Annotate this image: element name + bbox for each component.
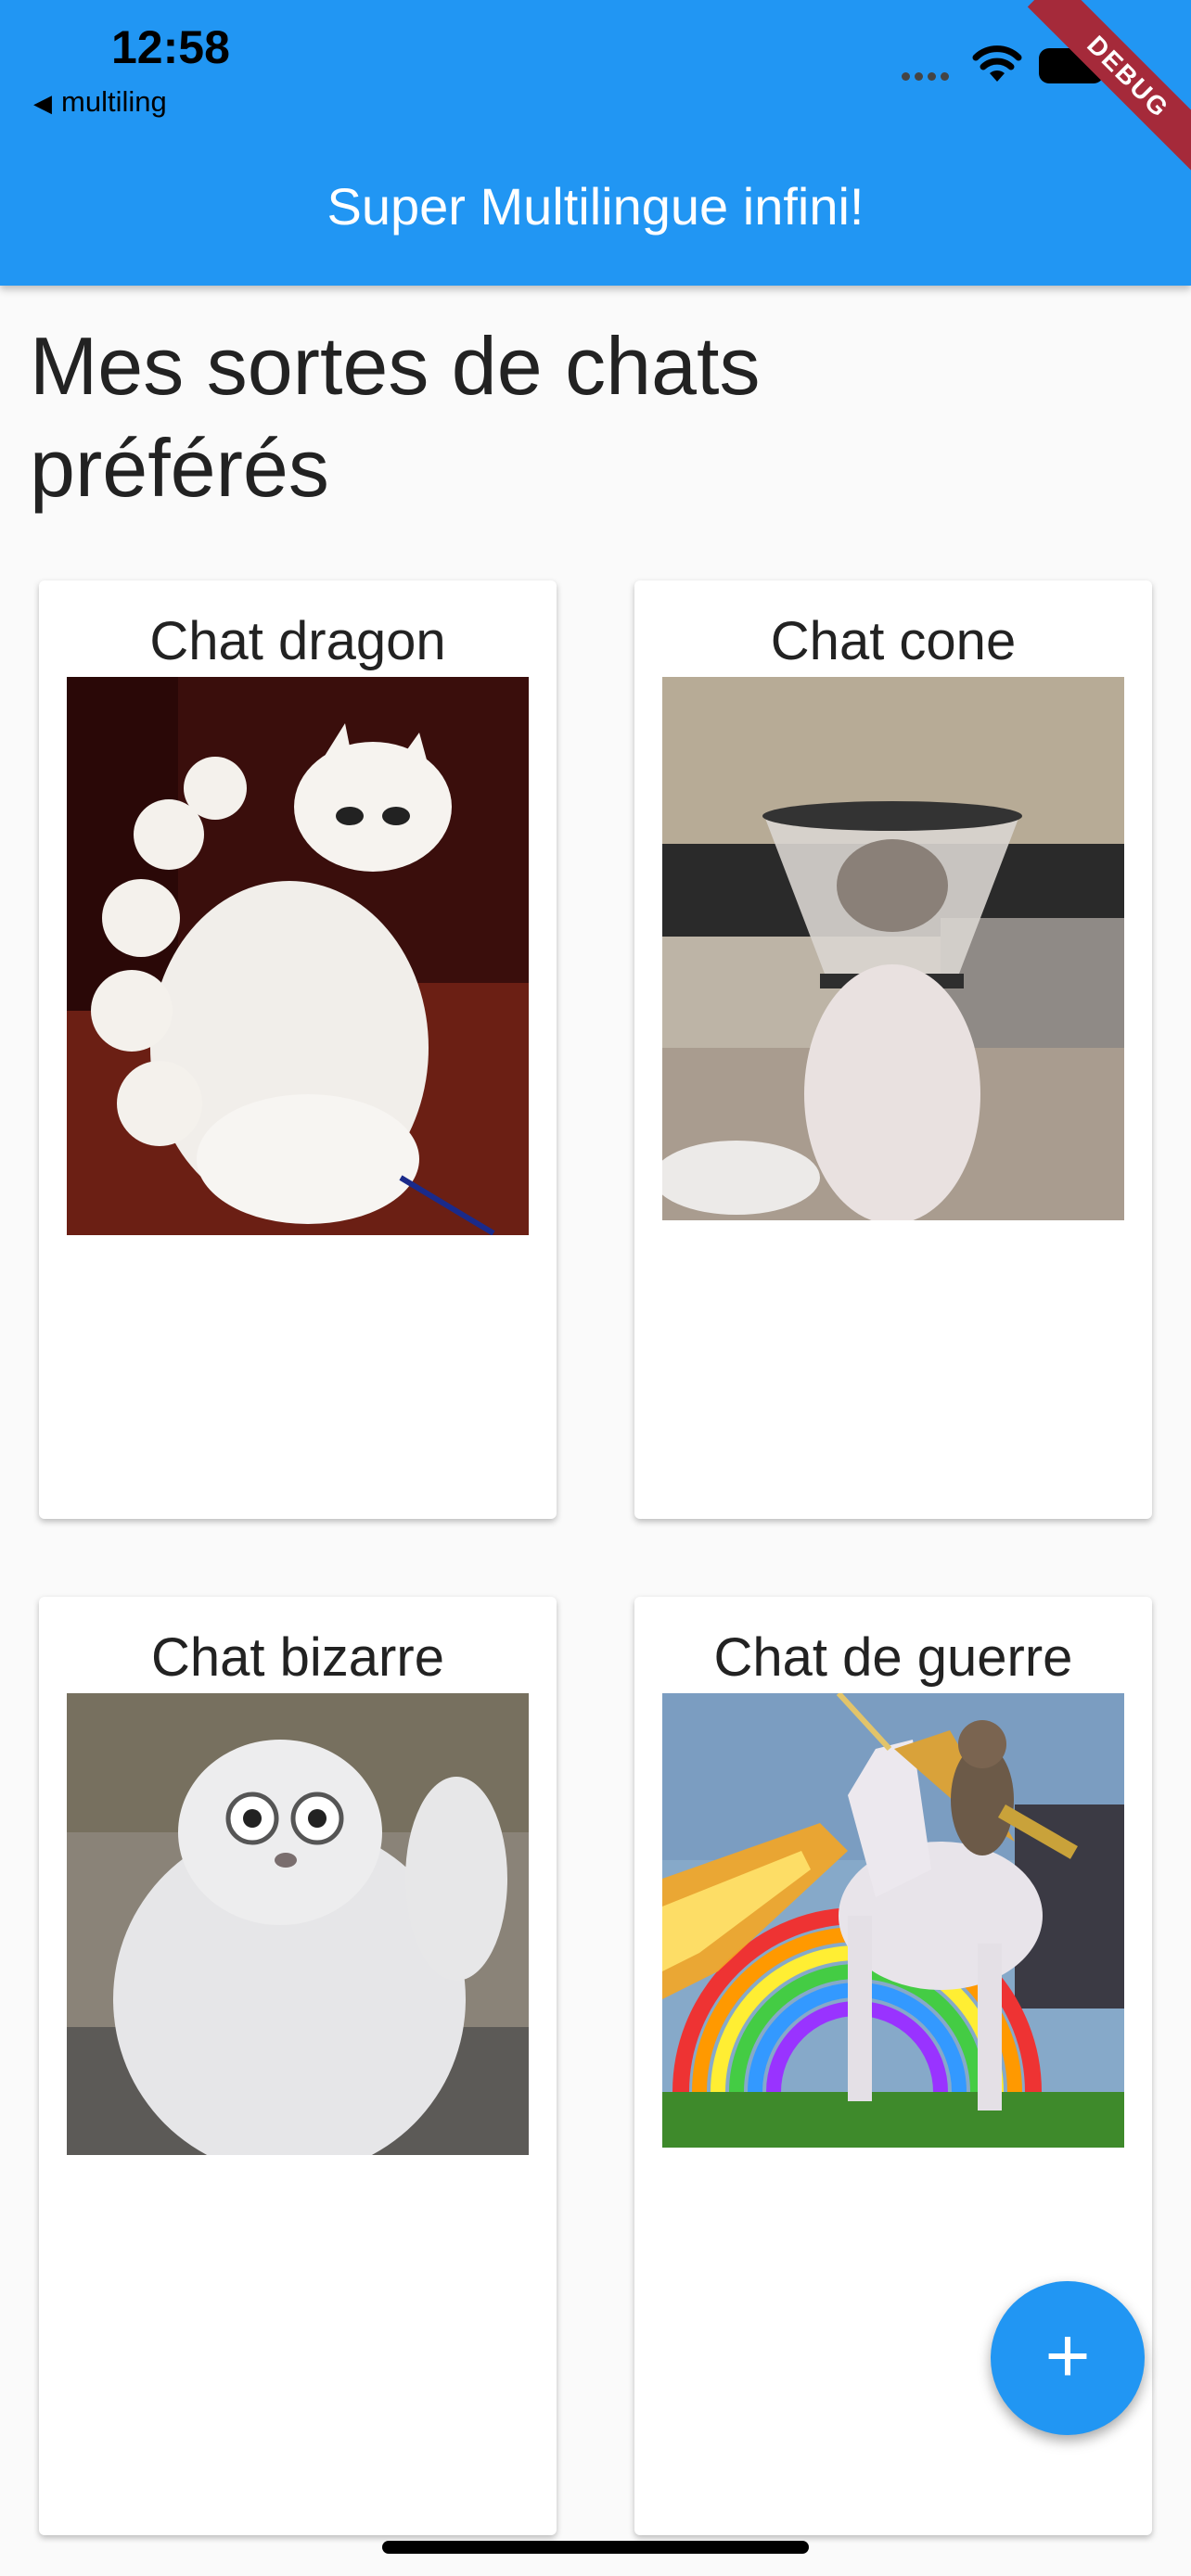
card-title: Chat cone bbox=[770, 611, 1017, 671]
add-fab-button[interactable]: + bbox=[991, 2281, 1145, 2435]
card-title: Chat bizarre bbox=[151, 1627, 444, 1688]
cat-card-dragon[interactable]: Chat dragon bbox=[39, 580, 557, 1519]
app-bar-title: Super Multilingue infini! bbox=[327, 177, 864, 236]
card-title: Chat dragon bbox=[149, 611, 446, 671]
dragon-cat-photo bbox=[67, 677, 529, 1235]
war-cat-photo bbox=[662, 1693, 1124, 2148]
cat-card-bizarre[interactable]: Chat bizarre bbox=[39, 1597, 557, 2535]
app-bar: 12:58 ◀ multiling Super Multilingue infin… bbox=[0, 0, 1191, 286]
bizarre-cat-photo bbox=[67, 1693, 529, 2155]
card-title: Chat de guerre bbox=[713, 1627, 1073, 1688]
page-heading: Mes sortes de chats préférés bbox=[30, 320, 761, 514]
cat-card-cone[interactable]: Chat cone bbox=[634, 580, 1152, 1519]
wifi-icon bbox=[972, 45, 1022, 82]
debug-banner: DEBUG bbox=[1027, 0, 1191, 178]
signal-icon bbox=[902, 69, 954, 85]
status-time: 12:58 bbox=[111, 21, 230, 73]
cone-cat-photo bbox=[662, 677, 1124, 1220]
back-triangle-icon: ◀ bbox=[33, 89, 52, 117]
back-to-app-button[interactable]: ◀ multiling bbox=[33, 85, 167, 119]
back-app-label: multiling bbox=[61, 85, 167, 118]
home-indicator[interactable] bbox=[382, 2541, 809, 2554]
